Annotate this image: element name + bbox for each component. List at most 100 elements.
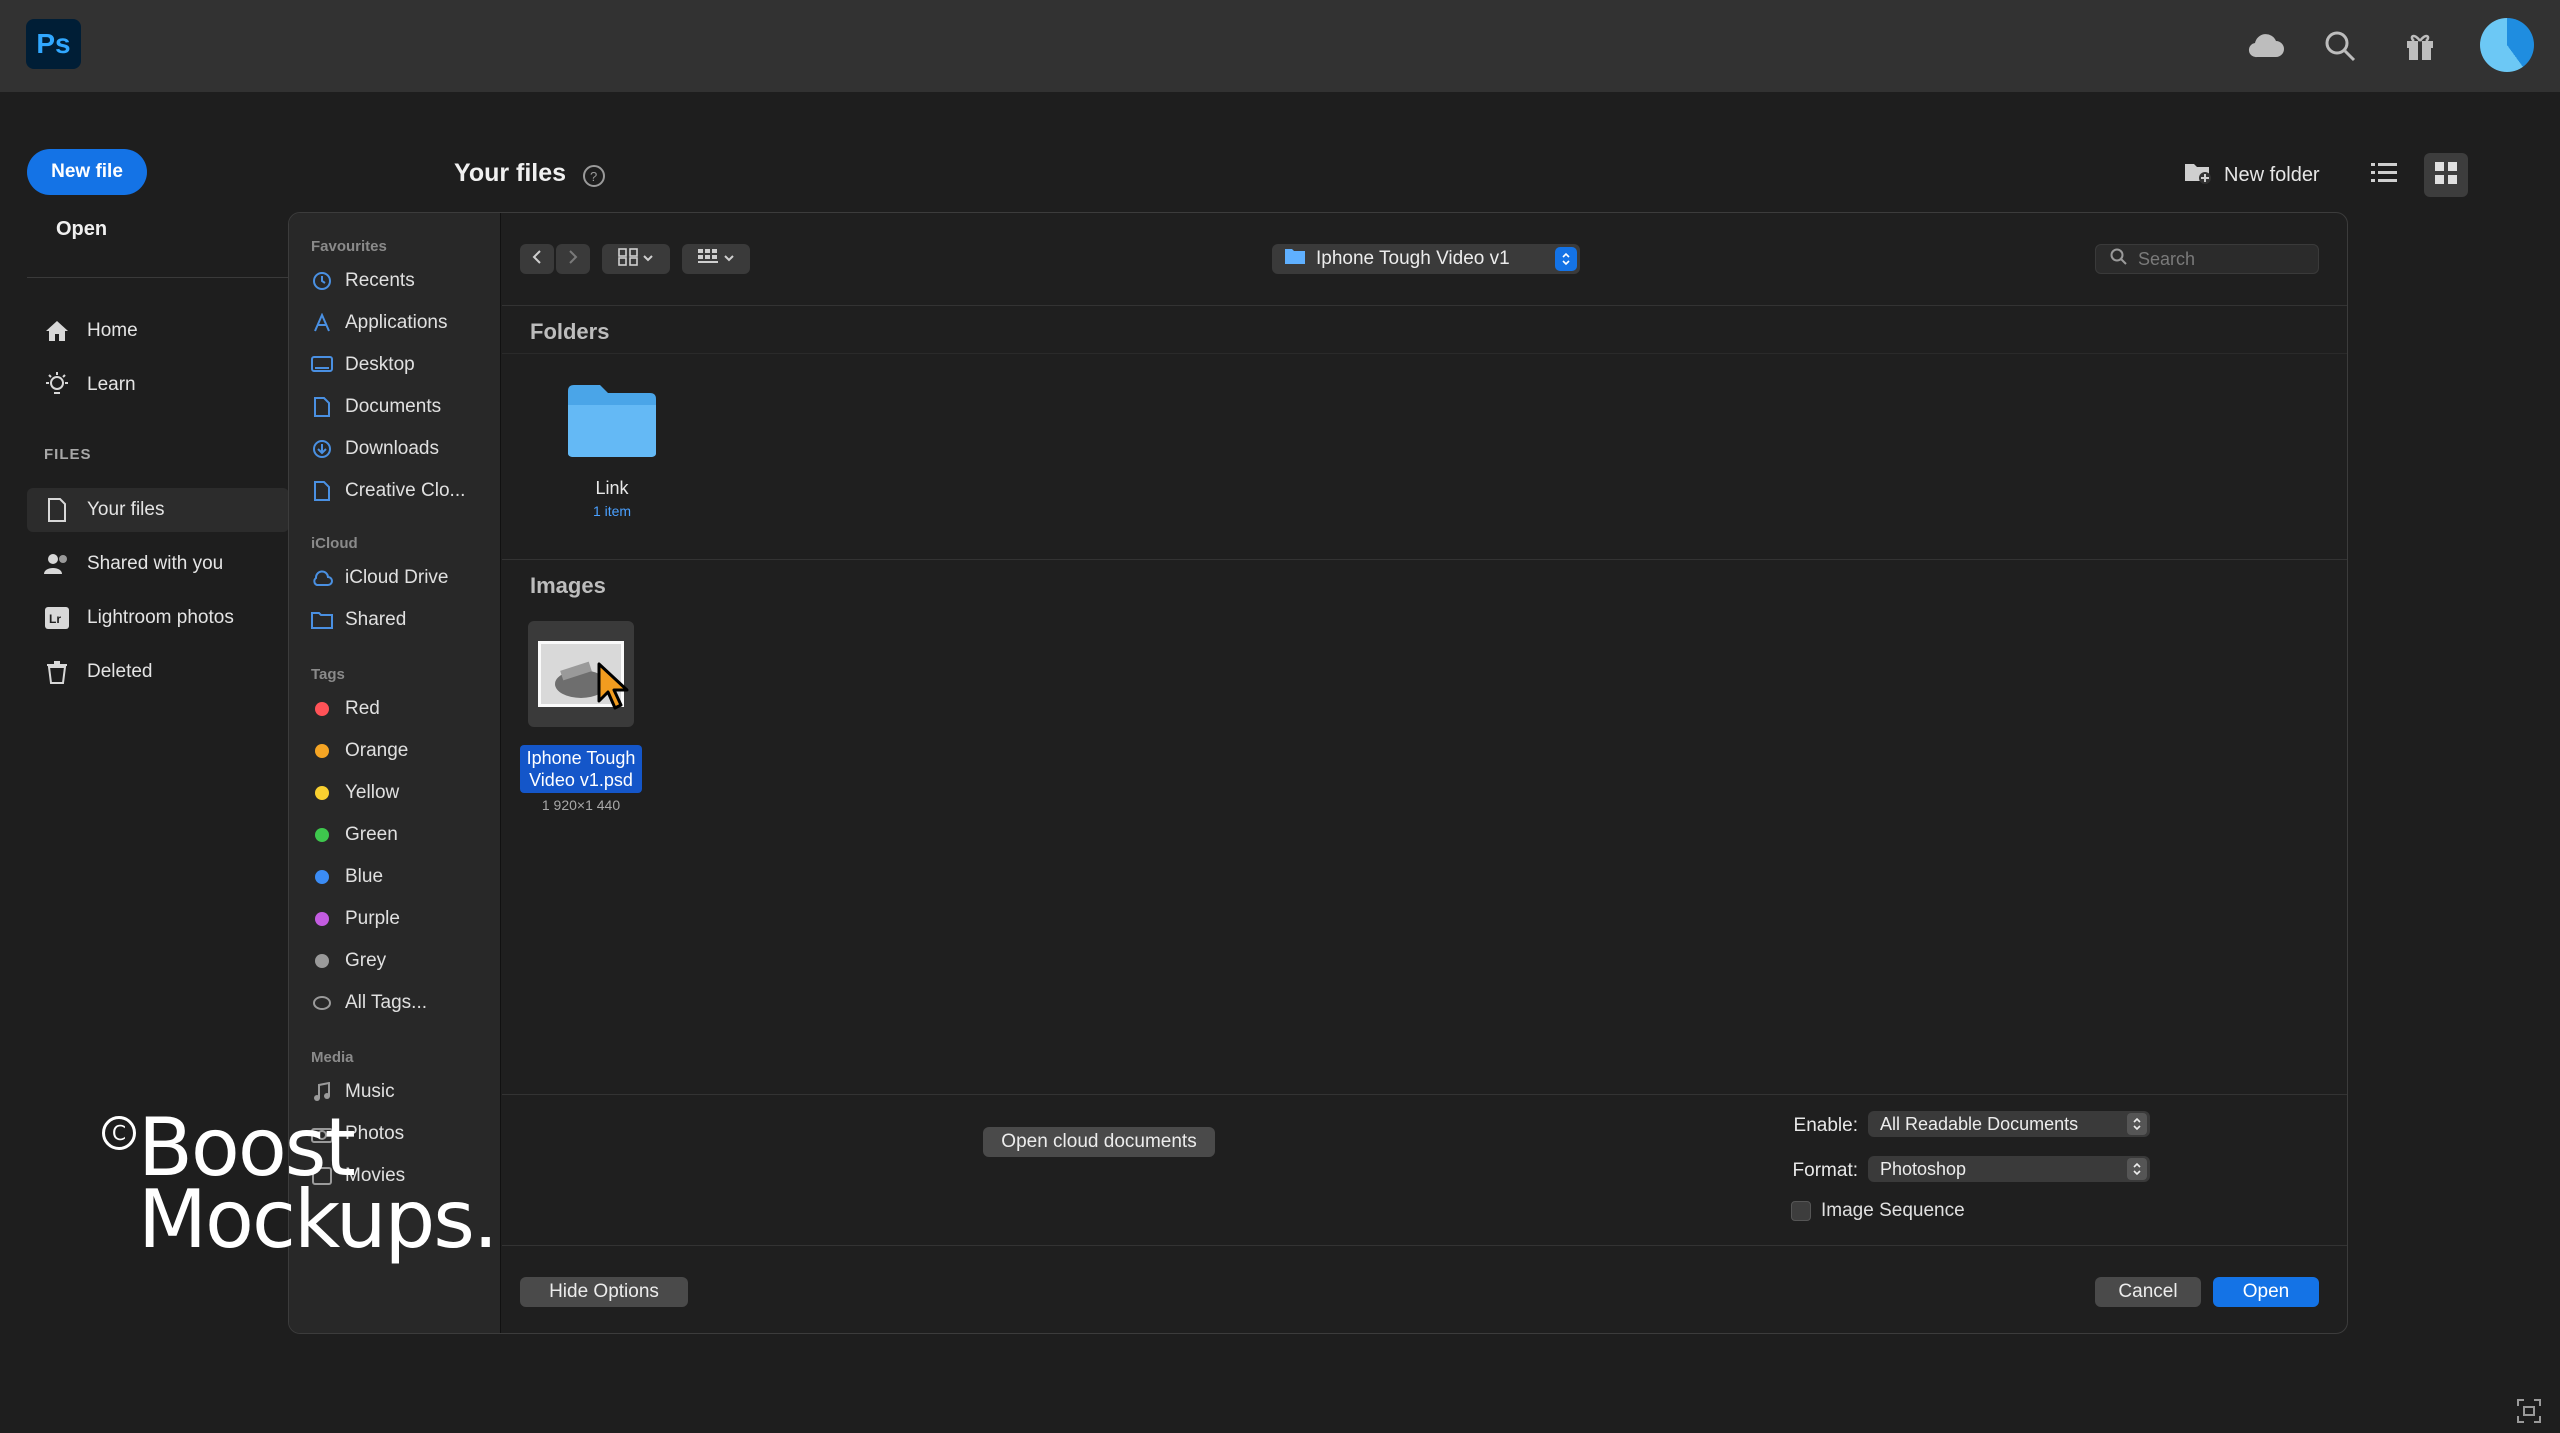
- svg-text:?: ?: [590, 169, 597, 184]
- dialog-tag-orange[interactable]: Orange: [311, 736, 497, 766]
- dialog-item-recents[interactable]: Recents: [311, 266, 497, 296]
- dialog-item-label: Shared: [345, 609, 407, 630]
- sidebar-item-shared-with-you[interactable]: Shared with you: [27, 542, 289, 586]
- gift-icon[interactable]: [2398, 24, 2442, 68]
- dialog-main: Iphone Tough Video v1 Folders Link 1 ite…: [502, 213, 2347, 1333]
- sidebar-item-deleted[interactable]: Deleted: [27, 650, 289, 694]
- dialog-item-label: iCloud Drive: [345, 567, 449, 588]
- dialog-item-downloads[interactable]: Downloads: [311, 434, 497, 464]
- dialog-item-desktop[interactable]: Desktop: [311, 350, 497, 380]
- cancel-button[interactable]: Cancel: [2095, 1277, 2201, 1307]
- dialog-item-label: Applications: [345, 312, 448, 333]
- search-input[interactable]: [2138, 248, 2298, 270]
- view-mode-button[interactable]: [602, 244, 670, 274]
- list-view-button[interactable]: [2362, 153, 2406, 197]
- tags-icon: [311, 995, 333, 1011]
- sidebar-divider: [27, 277, 289, 278]
- sidebar-item-learn[interactable]: Learn: [27, 363, 289, 407]
- dialog-tag-green[interactable]: Green: [311, 820, 497, 850]
- file-name: Iphone Tough Video v1.psd: [520, 745, 642, 793]
- music-icon: [311, 1082, 333, 1102]
- new-folder-button[interactable]: New folder: [2184, 158, 2320, 192]
- dialog-tag-yellow[interactable]: Yellow: [311, 778, 497, 808]
- grid-view-button[interactable]: [2424, 153, 2468, 197]
- shared-folder-icon: [311, 611, 333, 629]
- enable-select[interactable]: All Readable Documents: [1868, 1111, 2150, 1137]
- dialog-item-label: Recents: [345, 270, 415, 291]
- format-value: Photoshop: [1880, 1158, 1967, 1179]
- search-icon[interactable]: [2318, 24, 2362, 68]
- location-popup[interactable]: Iphone Tough Video v1: [1272, 244, 1580, 274]
- options-divider: [502, 1094, 2347, 1095]
- icloud-heading: iCloud: [311, 535, 358, 552]
- dialog-item-icloud-drive[interactable]: iCloud Drive: [311, 563, 497, 593]
- dialog-tag-red[interactable]: Red: [311, 694, 497, 724]
- image-sequence-option[interactable]: Image Sequence: [1791, 1200, 1965, 1222]
- folders-heading: Folders: [530, 319, 610, 344]
- blue-tag-dot: [315, 870, 329, 884]
- red-tag-dot: [315, 702, 329, 716]
- sidebar-item-home[interactable]: Home: [27, 309, 289, 353]
- open-cloud-documents-button[interactable]: Open cloud documents: [983, 1127, 1215, 1157]
- help-icon[interactable]: ?: [582, 164, 606, 193]
- dialog-item-label: Downloads: [345, 438, 439, 459]
- file-dimensions: 1 920×1 440: [541, 797, 621, 813]
- open-dialog-button[interactable]: Open: [2213, 1277, 2319, 1307]
- group-icon: [697, 248, 719, 271]
- hide-options-button[interactable]: Hide Options: [520, 1277, 688, 1307]
- dialog-item-label: Blue: [345, 866, 384, 887]
- dialog-tag-grey[interactable]: Grey: [311, 946, 497, 976]
- sidebar-item-your-files[interactable]: Your files: [27, 488, 289, 532]
- yellow-tag-dot: [315, 786, 329, 800]
- avatar[interactable]: [2480, 18, 2534, 72]
- dialog-item-all-tags[interactable]: All Tags...: [311, 988, 497, 1018]
- dialog-search[interactable]: [2095, 244, 2319, 274]
- location-label: Iphone Tough Video v1: [1316, 248, 1510, 269]
- image-sequence-label: Image Sequence: [1821, 1200, 1965, 1221]
- new-file-button[interactable]: New file: [27, 149, 147, 195]
- download-icon: [311, 439, 333, 459]
- format-label: Format:: [1792, 1160, 1858, 1181]
- cloud-icon: [311, 570, 333, 586]
- photoshop-logo[interactable]: Ps: [26, 19, 81, 69]
- desktop-icon: [311, 356, 333, 374]
- cloud-icon[interactable]: [2244, 24, 2288, 68]
- copyright-symbol: C: [102, 1116, 136, 1150]
- back-button[interactable]: [520, 244, 554, 274]
- new-folder-label: New folder: [2224, 163, 2320, 186]
- toolbar-divider: [502, 305, 2347, 306]
- purple-tag-dot: [315, 912, 329, 926]
- group-by-button[interactable]: [682, 244, 750, 274]
- chevron-left-icon: [531, 249, 543, 270]
- screenshot-icon[interactable]: [2516, 1398, 2542, 1429]
- sidebar-item-lightroom-photos[interactable]: Lr Lightroom photos: [27, 596, 289, 640]
- dialog-item-label: All Tags...: [345, 992, 428, 1013]
- chevron-down-icon: [723, 250, 735, 268]
- dialog-item-shared[interactable]: Shared: [311, 605, 497, 635]
- clock-icon: [311, 271, 333, 291]
- dialog-item-label: Creative Clo...: [345, 480, 466, 501]
- dialog-item-creative-cloud[interactable]: Creative Clo...: [311, 476, 497, 506]
- image-sequence-checkbox[interactable]: [1791, 1201, 1811, 1221]
- file-name-line1: Iphone Tough: [526, 748, 636, 768]
- dialog-tag-blue[interactable]: Blue: [311, 862, 497, 892]
- dialog-item-applications[interactable]: Applications: [311, 308, 497, 338]
- dialog-item-label: Grey: [345, 950, 387, 971]
- media-heading: Media: [311, 1049, 354, 1066]
- forward-button[interactable]: [556, 244, 590, 274]
- images-heading: Images: [530, 573, 606, 598]
- grey-tag-dot: [315, 954, 329, 968]
- sidebar-item-label: Deleted: [87, 661, 153, 682]
- open-button[interactable]: Open: [56, 218, 107, 241]
- dialog-item-label: Orange: [345, 740, 409, 761]
- folder-item-link[interactable]: Link 1 item: [532, 383, 692, 519]
- home-icon: [27, 319, 87, 343]
- dialog-tag-purple[interactable]: Purple: [311, 904, 497, 934]
- dialog-item-label: Red: [345, 698, 380, 719]
- people-icon: [27, 552, 87, 576]
- file-item-psd[interactable]: Iphone Tough Video v1.psd 1 920×1 440: [516, 621, 646, 813]
- dialog-item-documents[interactable]: Documents: [311, 392, 497, 422]
- open-file-dialog: Favourites Recents Applications Desktop …: [288, 212, 2348, 1334]
- format-select[interactable]: Photoshop: [1868, 1156, 2150, 1182]
- favourites-heading: Favourites: [311, 238, 387, 255]
